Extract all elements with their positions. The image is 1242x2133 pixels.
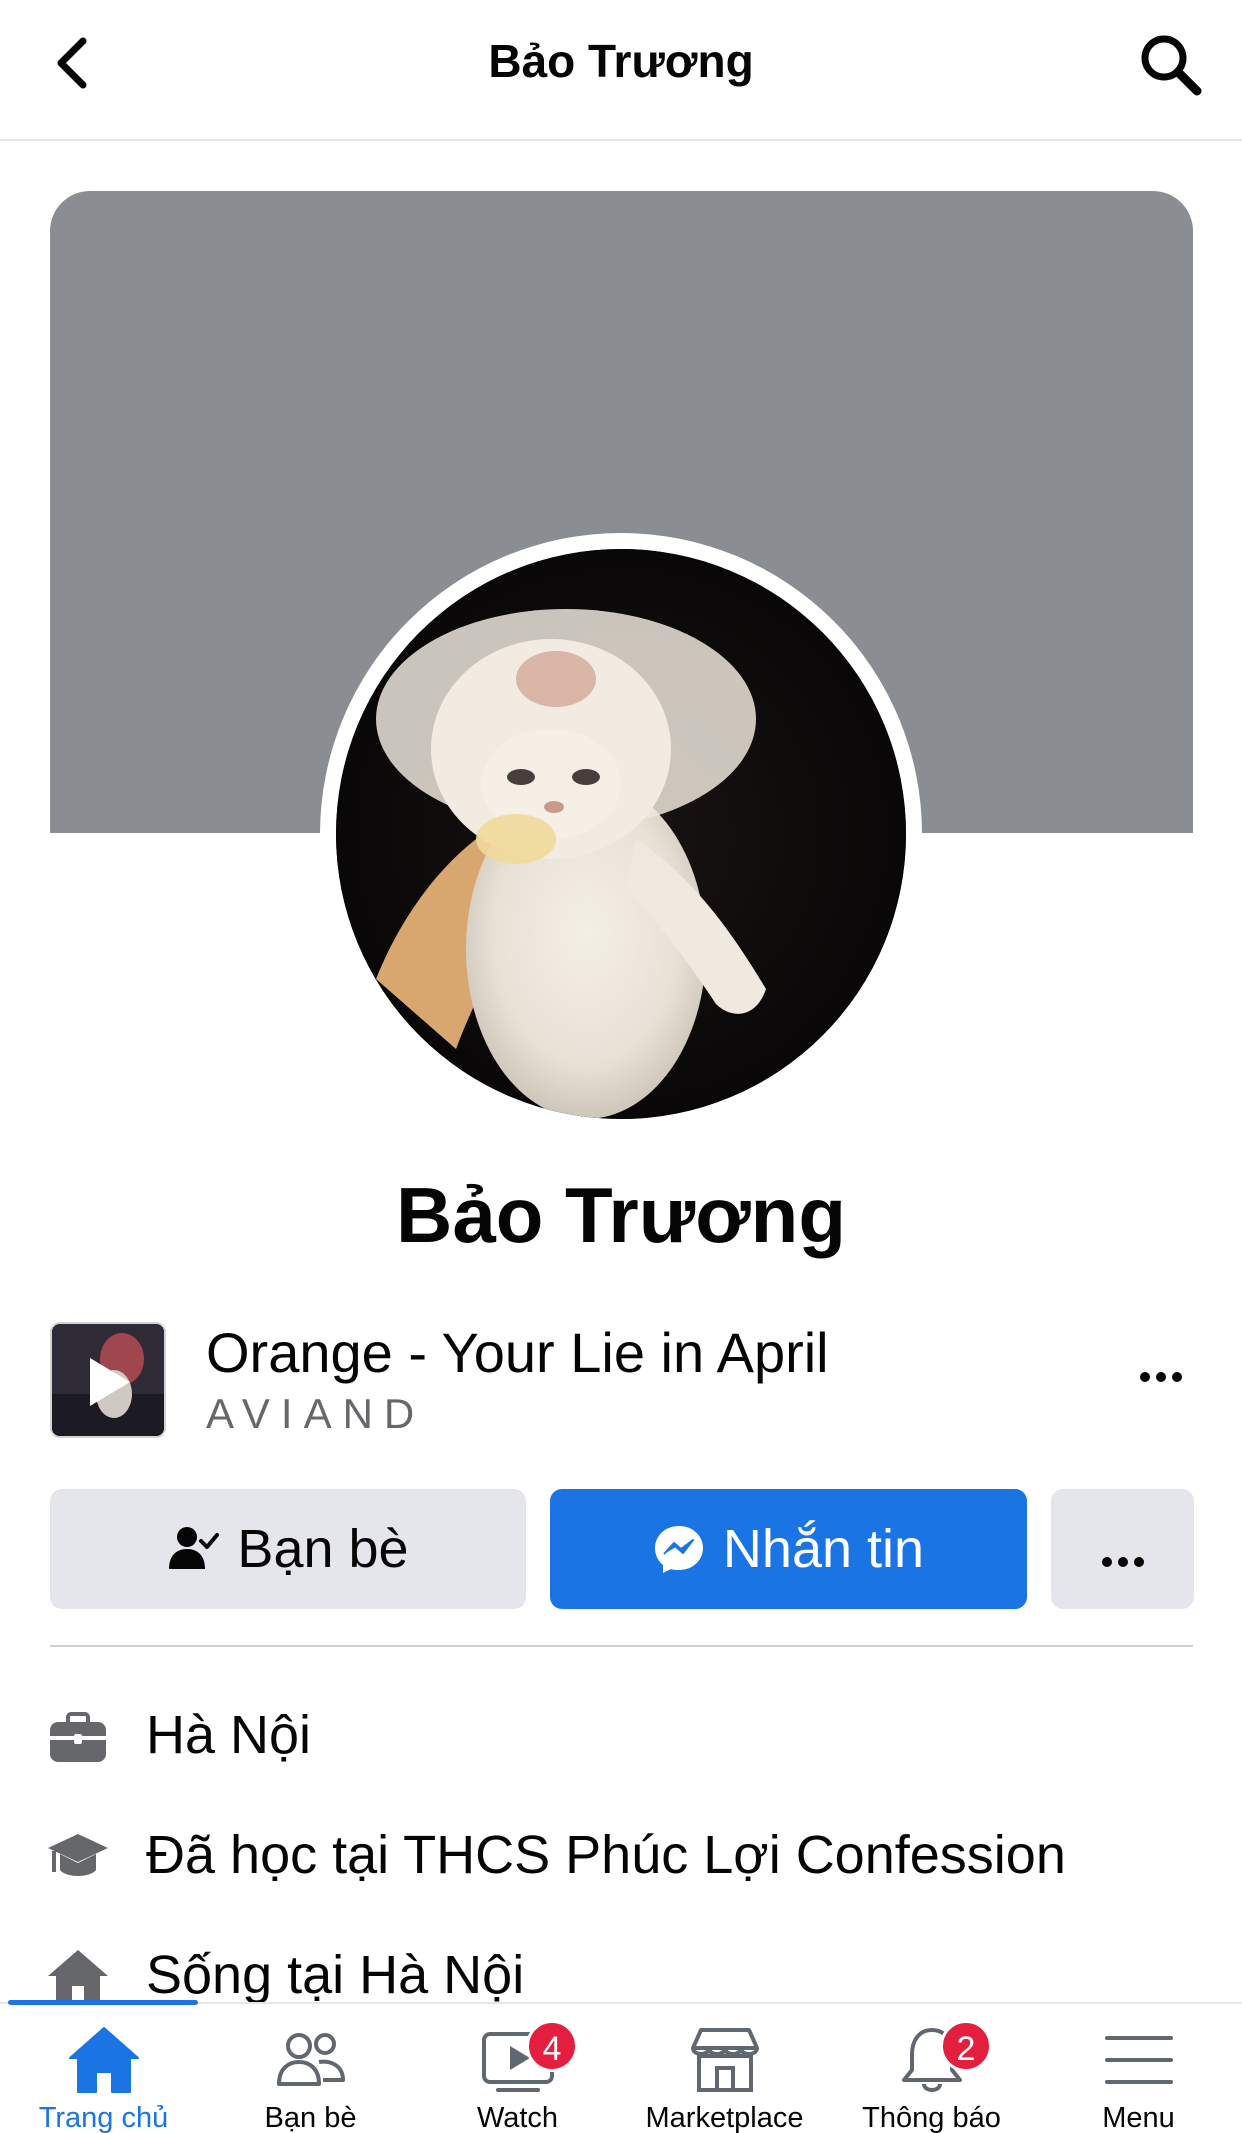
- nav-home-label: Trang chủ: [38, 2102, 169, 2133]
- info-education-text: Đã học tại THCS Phúc Lợi Confession: [146, 1825, 1066, 1885]
- nav-menu-label: Menu: [1102, 2102, 1175, 2133]
- search-icon: [1141, 35, 1202, 96]
- top-bar: Bảo Trương: [0, 0, 1242, 141]
- nav-friends[interactable]: Bạn bè: [207, 2004, 414, 2133]
- nav-watch-label: Watch: [476, 2102, 559, 2133]
- kitten-photo: [336, 549, 906, 1119]
- info-work: Hà Nội: [46, 1700, 1196, 1780]
- home-icon: [68, 2027, 139, 2093]
- profile-name: Bảo Trương: [396, 1171, 846, 1259]
- music-title: Orange - Your Lie in April: [206, 1321, 829, 1384]
- info-work-text: Hà Nội: [146, 1705, 312, 1765]
- friends-icon: [276, 2033, 345, 2086]
- nav-home[interactable]: Trang chủ: [0, 2004, 207, 2133]
- watch-badge: 4: [526, 2020, 578, 2072]
- more-actions-button[interactable]: [1051, 1489, 1194, 1609]
- bottom-nav: Trang chủ Bạn bè 4 Watch Marketplace 2 T…: [0, 2000, 1242, 2133]
- search-button[interactable]: [1132, 26, 1208, 102]
- message-button-label: Nhắn tin: [722, 1519, 925, 1579]
- nav-marketplace-label: Marketplace: [645, 2102, 804, 2133]
- divider: [50, 1645, 1193, 1647]
- page-title: Bảo Trương: [488, 35, 754, 87]
- nav-friends-label: Bạn bè: [264, 2102, 357, 2133]
- music-thumbnail[interactable]: [50, 1322, 166, 1438]
- music-more-button[interactable]: [1131, 1358, 1191, 1398]
- info-location-text: Sống tại Hà Nội: [146, 1945, 525, 2005]
- more-horizontal-icon: [1137, 1369, 1185, 1387]
- friends-button-label: Bạn bè: [237, 1519, 409, 1579]
- briefcase-icon: [50, 1712, 106, 1762]
- notifications-badge: 2: [940, 2020, 992, 2072]
- nav-watch[interactable]: 4 Watch: [414, 2004, 621, 2133]
- messenger-icon: [653, 1523, 705, 1575]
- music-artist: AVIAND: [206, 1390, 426, 1437]
- graduation-cap-icon: [48, 1834, 108, 1876]
- nav-notifications-label: Thông báo: [862, 2102, 1001, 2133]
- nav-menu[interactable]: Menu: [1035, 2004, 1242, 2133]
- friends-button[interactable]: Bạn bè: [50, 1489, 526, 1609]
- profile-avatar[interactable]: [336, 549, 906, 1119]
- marketplace-store-icon: [690, 2028, 759, 2092]
- message-button[interactable]: Nhắn tin: [550, 1489, 1027, 1609]
- profile-music[interactable]: Orange - Your Lie in April AVIAND: [50, 1320, 1193, 1440]
- info-education: Đã học tại THCS Phúc Lợi Confession: [46, 1820, 1196, 1900]
- profile-page: Bảo Trương Bảo Trương Orange - Your Lie …: [0, 0, 1242, 2133]
- person-check-icon: [167, 1523, 220, 1575]
- more-horizontal-icon: [1099, 1518, 1147, 1580]
- nav-marketplace[interactable]: Marketplace: [621, 2004, 828, 2133]
- play-icon: [90, 1358, 130, 1406]
- hamburger-menu-icon: [1104, 2036, 1173, 2084]
- nav-notifications[interactable]: 2 Thông báo: [828, 2004, 1035, 2133]
